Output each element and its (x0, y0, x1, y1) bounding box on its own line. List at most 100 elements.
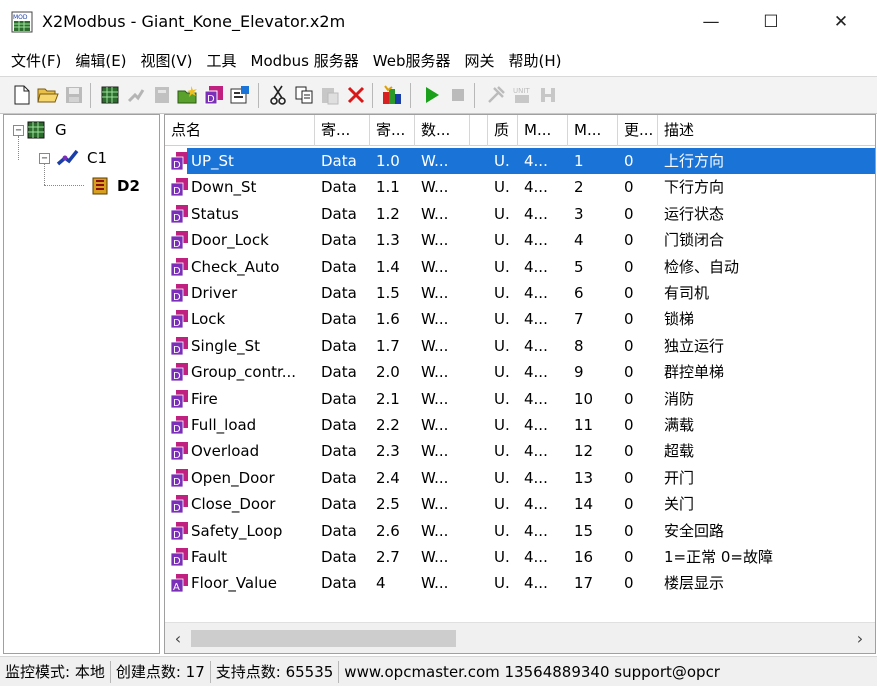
stop-button[interactable] (446, 83, 470, 107)
open-button[interactable] (36, 83, 60, 107)
update-cell: 0 (624, 442, 634, 461)
horizontal-scrollbar[interactable]: ‹ › (165, 622, 875, 653)
table-row[interactable]: D Door_Lock Data 1.3 W... U. 4... 4 0 门锁闭合 (165, 227, 875, 253)
tree-collapse-channel[interactable]: − (39, 153, 50, 164)
maximize-button[interactable]: ☐ (748, 0, 794, 44)
column-header-m1[interactable]: M... (518, 115, 568, 146)
new-file-button[interactable] (10, 83, 34, 107)
menu-web-server[interactable]: Web服务器 (366, 50, 458, 71)
table-row[interactable]: A Floor_Value Data 4 W... U. 4... 17 0 楼层显示 (165, 570, 875, 596)
table-row[interactable]: D Status Data 1.2 W... U. 4... 3 0 运行状态 (165, 201, 875, 227)
reg-area-cell: Data (321, 152, 357, 170)
m2-cell: 11 (574, 416, 594, 434)
app-window: MOD X2Modbus - Giant_Kone_Elevator.x2m —… (0, 0, 877, 686)
close-button[interactable]: ✕ (818, 0, 864, 44)
import-button[interactable]: D (202, 83, 226, 107)
close-icon: ✕ (833, 12, 849, 32)
menu-help[interactable]: 帮助(H) (502, 50, 569, 71)
column-header-name[interactable]: 点名 (165, 115, 315, 146)
tag-list: 点名 寄... 寄... 数... 质 M... M... 更... 描述 DU… (164, 114, 876, 654)
table-row[interactable]: D Down_St Data 1.1 W... U. 4... 2 0 下行方向 (165, 174, 875, 200)
menu-tools[interactable]: 工具 (200, 50, 244, 71)
m1-cell: 4... (524, 336, 548, 355)
column-header-m2[interactable]: M... (568, 115, 618, 146)
quality-cell: U. (494, 416, 510, 434)
scroll-thumb[interactable] (191, 630, 456, 647)
column-header-data-type[interactable]: 数... (415, 115, 470, 146)
scroll-right-button[interactable]: › (849, 627, 871, 649)
m2-cell: 12 (574, 442, 594, 461)
column-header-description[interactable]: 描述 (658, 115, 875, 146)
svg-text:MOD: MOD (13, 14, 28, 21)
add-device-button[interactable] (150, 83, 174, 107)
cut-button[interactable] (266, 83, 290, 107)
column-header-reg-addr[interactable]: 寄... (370, 115, 415, 146)
save-button[interactable] (62, 83, 86, 107)
update-cell: 0 (624, 468, 634, 487)
table-row[interactable]: D Fault Data 2.7 W... U. 4... 16 0 1=正常 0=故障 (165, 544, 875, 570)
description-cell: 独立运行 (664, 336, 725, 355)
table-row[interactable]: D Lock Data 1.6 W... U. 4... 7 0 锁梯 (165, 306, 875, 332)
tree-node-channel[interactable]: C1 (56, 147, 107, 169)
menu-gateway[interactable]: 网关 (457, 50, 501, 71)
window-title: X2Modbus - Giant_Kone_Elevator.x2m (42, 12, 346, 31)
title-bar: MOD X2Modbus - Giant_Kone_Elevator.x2m —… (0, 0, 877, 44)
auto-configure-button[interactable] (380, 83, 404, 107)
tree-node-gateway[interactable]: G (26, 119, 67, 141)
reg-addr-cell: 4 (376, 574, 386, 593)
copy-button[interactable] (292, 83, 316, 107)
table-row[interactable]: D Single_St Data 1.7 W... U. 4... 8 0 独立运行 (165, 333, 875, 359)
tag-name-cell: Lock (191, 310, 226, 329)
properties-button[interactable] (228, 83, 252, 107)
menu-view[interactable]: 视图(V) (134, 50, 200, 71)
delete-button[interactable] (344, 83, 368, 107)
status-supported-points: 支持点数: 65535 (211, 660, 340, 683)
scroll-left-button[interactable]: ‹ (167, 627, 189, 649)
menu-edit[interactable]: 编辑(E) (68, 50, 133, 71)
table-row[interactable]: D Group_contr... Data 2.0 W... U. 4... 9 0 群控单梯 (165, 359, 875, 385)
tag-name-cell: Full_load (191, 416, 257, 434)
tree-collapse-root[interactable]: − (13, 125, 24, 136)
table-row[interactable]: D Fire Data 2.1 W... U. 4... 10 0 消防 (165, 386, 875, 412)
column-header-blank[interactable] (470, 115, 488, 146)
column-header-reg-area[interactable]: 寄... (315, 115, 370, 146)
column-header-quality[interactable]: 质 (488, 115, 518, 146)
reg-area-cell: Data (321, 310, 357, 329)
tools-button[interactable] (484, 83, 508, 107)
column-header-update[interactable]: 更... (618, 115, 658, 146)
minimize-button[interactable]: — (688, 0, 734, 44)
table-row[interactable]: D Check_Auto Data 1.4 W... U. 4... 5 0 检修、自动 (165, 254, 875, 280)
reg-area-cell: Data (321, 468, 357, 487)
config-button[interactable] (536, 83, 560, 107)
menu-modbus-server[interactable]: Modbus 服务器 (244, 50, 366, 71)
update-cell: 0 (624, 284, 634, 302)
table-row[interactable]: D Driver Data 1.5 W... U. 4... 6 0 有司机 (165, 280, 875, 306)
add-group-button[interactable] (176, 83, 200, 107)
add-gateway-button[interactable] (98, 83, 122, 107)
table-row[interactable]: D UP_St Data 1.0 W... U. 4... 1 0 上行方向 (165, 148, 875, 175)
svg-text:D: D (173, 292, 181, 302)
new-file-icon (14, 85, 30, 105)
quality-cell: U. (494, 231, 510, 250)
calc-button[interactable]: UNIT (510, 83, 534, 107)
svg-text:D: D (173, 398, 181, 408)
reg-addr-cell: 2.2 (376, 416, 400, 434)
table-row[interactable]: D Overload Data 2.3 W... U. 4... 12 0 超载 (165, 438, 875, 464)
m1-cell: 4... (524, 468, 548, 487)
menu-file[interactable]: 文件(F) (4, 50, 68, 71)
reg-addr-cell: 1.6 (376, 310, 400, 329)
table-row[interactable]: D Full_load Data 2.2 W... U. 4... 11 0 满载 (165, 412, 875, 438)
table-row[interactable]: D Close_Door Data 2.5 W... U. 4... 14 0 关门 (165, 491, 875, 517)
tag-name-cell: Door_Lock (191, 231, 269, 250)
reg-addr-cell: 1.5 (376, 284, 400, 302)
run-button[interactable] (420, 83, 444, 107)
table-row[interactable]: D Open_Door Data 2.4 W... U. 4... 13 0 开门 (165, 465, 875, 491)
add-channel-button[interactable] (124, 83, 148, 107)
tree-node-device[interactable]: D2 (90, 175, 140, 197)
table-row[interactable]: D Safety_Loop Data 2.6 W... U. 4... 15 0 安全回路 (165, 518, 875, 544)
reg-area-cell: Data (321, 495, 357, 514)
data-type-cell: W... (421, 363, 449, 382)
svg-text:D: D (173, 530, 181, 540)
paste-button[interactable] (318, 83, 342, 107)
tag-icon: D (171, 521, 188, 540)
